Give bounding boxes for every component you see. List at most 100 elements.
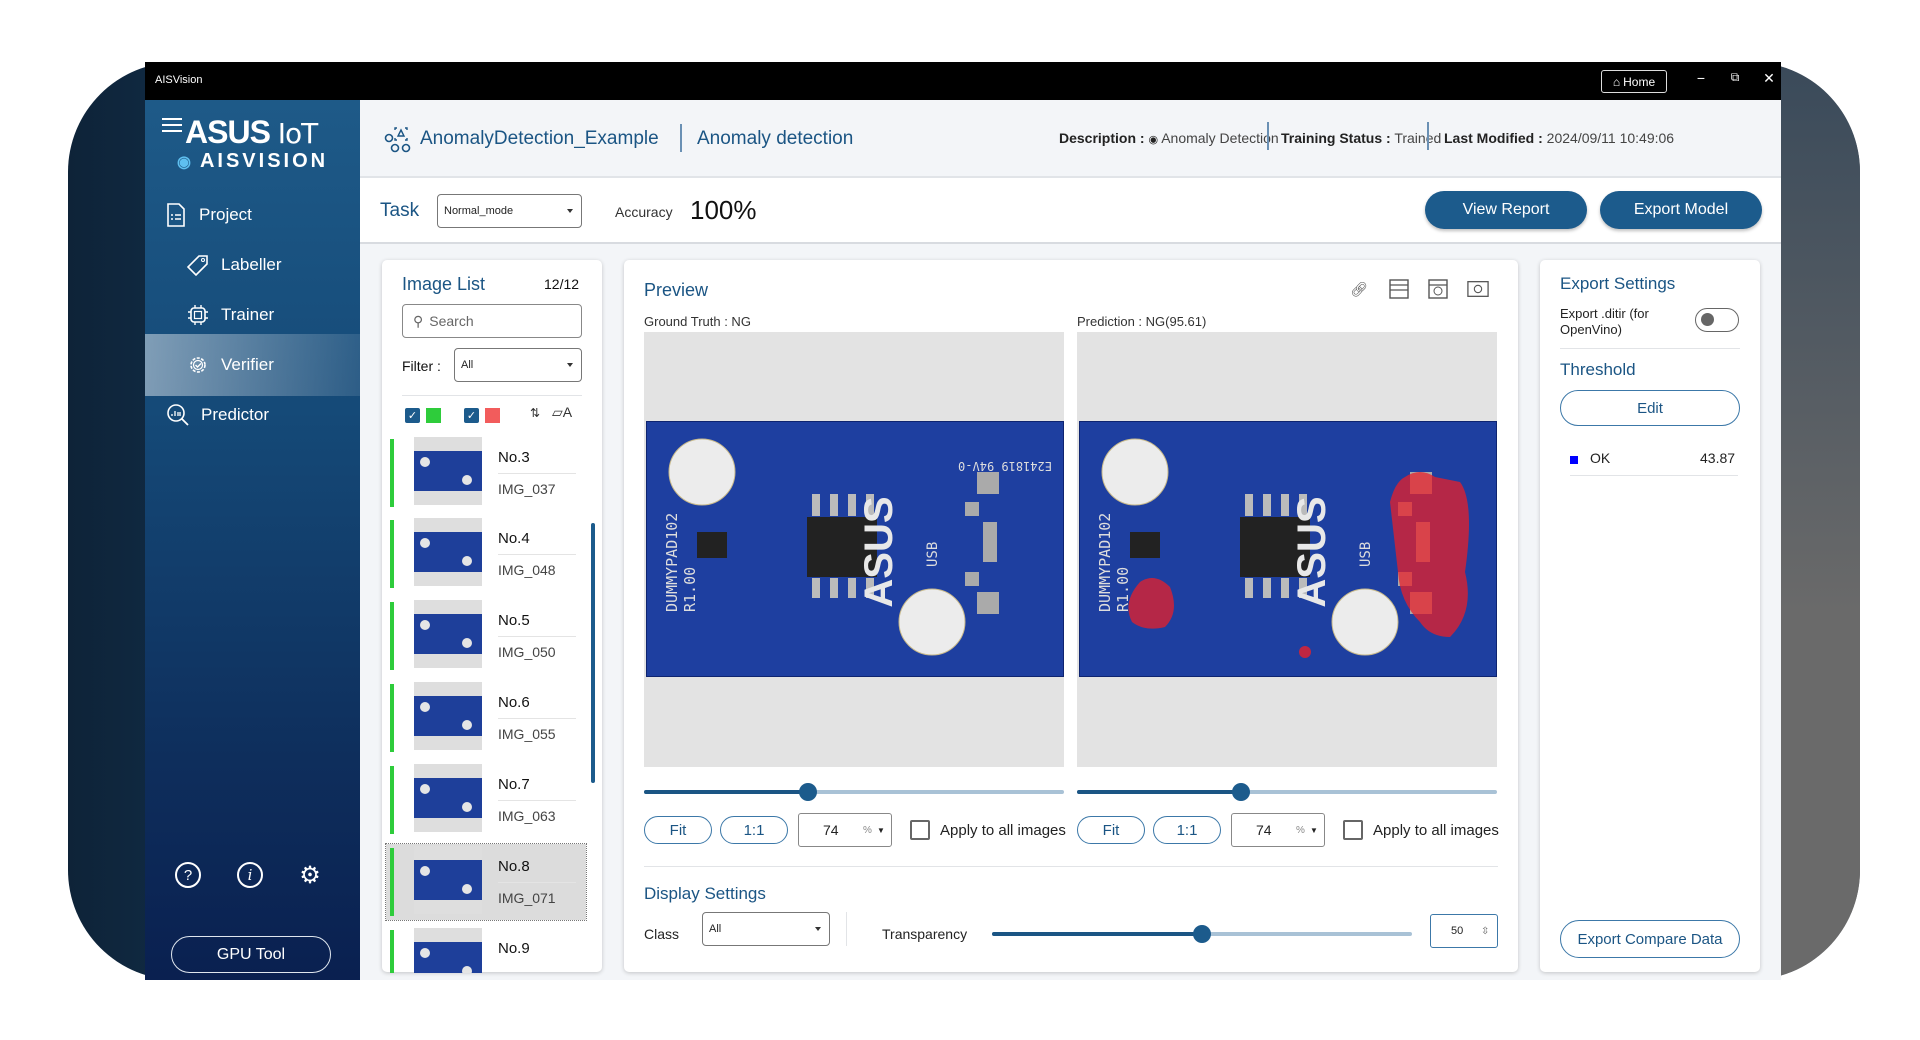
close-button[interactable]: ✕: [1757, 70, 1781, 87]
image-list: No.3 IMG_037 No.4 IMG_048 No.5 IMG_050 No.6…: [382, 435, 602, 973]
menu-icon[interactable]: [162, 118, 182, 136]
slider-handle[interactable]: [1231, 783, 1250, 801]
chevron-down-icon[interactable]: ▼: [1310, 826, 1318, 835]
chevron-down-icon[interactable]: ▼: [877, 826, 885, 835]
eye-logo-icon: ◉: [177, 153, 194, 171]
left-1to1-button[interactable]: 1:1: [720, 816, 788, 844]
project-name: AnomalyDetection_Example: [420, 128, 659, 149]
ground-truth-label: Ground Truth : NG: [644, 314, 751, 329]
export-compare-data-button[interactable]: Export Compare Data: [1560, 920, 1740, 958]
ground-truth-image[interactable]: ASUS DUMMYPAD102 R1.00 USB E241819 94V-0: [644, 332, 1064, 767]
anomaly-region: [1128, 578, 1174, 629]
chevron-down-icon: [567, 363, 573, 367]
document-list-icon: [163, 202, 189, 228]
home-button[interactable]: ⌂ Home: [1601, 70, 1667, 93]
restore-button[interactable]: ⧉: [1723, 70, 1747, 85]
thumbnail: [414, 928, 482, 973]
sidebar-item-predictor[interactable]: Predictor: [145, 384, 360, 446]
accuracy-label: Accuracy: [615, 204, 673, 220]
right-zoom-slider[interactable]: [1077, 783, 1497, 801]
list-item[interactable]: No.3 IMG_037: [386, 435, 586, 511]
anomaly-region: [1390, 472, 1469, 637]
slider-handle[interactable]: [798, 783, 817, 801]
list-item[interactable]: No.9: [386, 926, 586, 973]
sort-az-icon[interactable]: ⇅: [530, 406, 540, 420]
image-list-title: Image List: [402, 274, 486, 294]
preview-panel: Preview 🔗︎ Ground Truth : NG Prediction …: [624, 260, 1518, 972]
transparency-slider[interactable]: [992, 925, 1412, 943]
left-apply-all-checkbox[interactable]: [910, 820, 930, 840]
minimize-button[interactable]: −: [1689, 70, 1713, 86]
apply-all-label: Apply to all images: [1373, 822, 1499, 839]
gear-check-icon: [185, 352, 211, 378]
search-input[interactable]: ⚲ Search: [402, 304, 582, 338]
link-icon[interactable]: 🔗︎: [1348, 278, 1370, 300]
divider: [680, 124, 682, 152]
svg-text:ASUS: ASUS: [1290, 496, 1334, 607]
list-item[interactable]: No.7 IMG_063: [386, 762, 586, 838]
right-1to1-button[interactable]: 1:1: [1153, 816, 1221, 844]
class-select[interactable]: All: [702, 912, 830, 946]
single-view-icon[interactable]: [1467, 278, 1489, 300]
edit-threshold-button[interactable]: Edit: [1560, 390, 1740, 426]
svg-text:DUMMYPAD102: DUMMYPAD102: [1096, 513, 1114, 612]
left-fit-button[interactable]: Fit: [644, 816, 712, 844]
ng-filter-checkbox[interactable]: ✓: [464, 408, 479, 423]
transparency-label: Transparency: [882, 926, 968, 942]
svg-text:DUMMYPAD102: DUMMYPAD102: [663, 513, 681, 612]
thumbnail: [414, 764, 482, 832]
last-modified: Last Modified : 2024/09/11 10:49:06: [1444, 130, 1675, 146]
export-ditir-toggle[interactable]: [1695, 308, 1739, 332]
thumbnail: [414, 682, 482, 750]
gpu-tool-button[interactable]: GPU Tool: [171, 936, 331, 973]
export-ditir-label: Export .ditir (for OpenVino): [1560, 306, 1649, 337]
tag-icon: [185, 252, 211, 278]
accuracy-value: 100%: [690, 195, 757, 225]
list-item[interactable]: No.5 IMG_050: [386, 598, 586, 674]
left-zoom-slider[interactable]: [644, 783, 1064, 801]
svg-text:E241819 94V-0: E241819 94V-0: [958, 459, 1052, 473]
image-count: 12/12: [544, 276, 580, 292]
svg-text:USB: USB: [1358, 542, 1374, 567]
task-select[interactable]: Normal_mode: [437, 194, 582, 228]
thumbnail: [414, 600, 482, 668]
description: Description : ◉ Anomaly Detection: [1059, 130, 1279, 146]
list-item[interactable]: No.6 IMG_055: [386, 680, 586, 756]
list-item-selected[interactable]: No.8 IMG_071: [385, 843, 587, 921]
pcb-image-heatmap: ASUS DUMMYPAD102 R1.00 USB: [1079, 421, 1497, 677]
export-model-button[interactable]: Export Model: [1600, 191, 1762, 229]
list-item[interactable]: No.4 IMG_048: [386, 516, 586, 592]
asus-iot-logo: ASUS IoT: [185, 114, 318, 150]
compare-icon[interactable]: [1427, 278, 1449, 300]
info-icon[interactable]: i: [237, 862, 263, 888]
ok-filter-checkbox[interactable]: ✓: [405, 408, 420, 423]
prediction-label: Prediction : NG(95.61): [1077, 314, 1207, 329]
title-bar: AISVision ⌂ Home − ⧉ ✕: [145, 62, 1781, 100]
prediction-image[interactable]: ASUS DUMMYPAD102 R1.00 USB: [1077, 332, 1497, 767]
thumbnail: [414, 518, 482, 586]
right-apply-all-checkbox[interactable]: [1343, 820, 1363, 840]
left-zoom-input[interactable]: 74 % ▼: [798, 813, 892, 847]
right-fit-button[interactable]: Fit: [1077, 816, 1145, 844]
divider: [644, 866, 1498, 867]
right-zoom-input[interactable]: 74 % ▼: [1231, 813, 1325, 847]
app-window: AISVision ⌂ Home − ⧉ ✕ ASUS IoT ◉ AISVIS…: [145, 62, 1781, 980]
divider: [846, 912, 847, 946]
list-scrollbar[interactable]: [591, 523, 595, 783]
settings-icon[interactable]: ⚙: [297, 862, 323, 889]
ng-color-swatch: [485, 408, 500, 423]
export-settings-title: Export Settings: [1560, 274, 1676, 293]
slider-handle[interactable]: [1193, 925, 1211, 943]
chart-search-icon: [165, 402, 191, 428]
app-title: AISVision: [155, 74, 203, 86]
spinner-icon[interactable]: ⇳: [1481, 926, 1489, 937]
image-label-toggle-icon[interactable]: ▱A: [552, 404, 572, 421]
project-header: AnomalyDetection_Example Anomaly detecti…: [360, 100, 1781, 178]
help-icon[interactable]: ?: [175, 862, 201, 888]
split-horizontal-icon[interactable]: [1388, 278, 1410, 300]
filter-select[interactable]: All: [454, 348, 582, 382]
transparency-input[interactable]: 50 ⇳: [1430, 914, 1498, 948]
training-status: Training Status : Trained: [1281, 130, 1442, 146]
anomaly-region: [1299, 646, 1311, 658]
view-report-button[interactable]: View Report: [1425, 191, 1587, 229]
